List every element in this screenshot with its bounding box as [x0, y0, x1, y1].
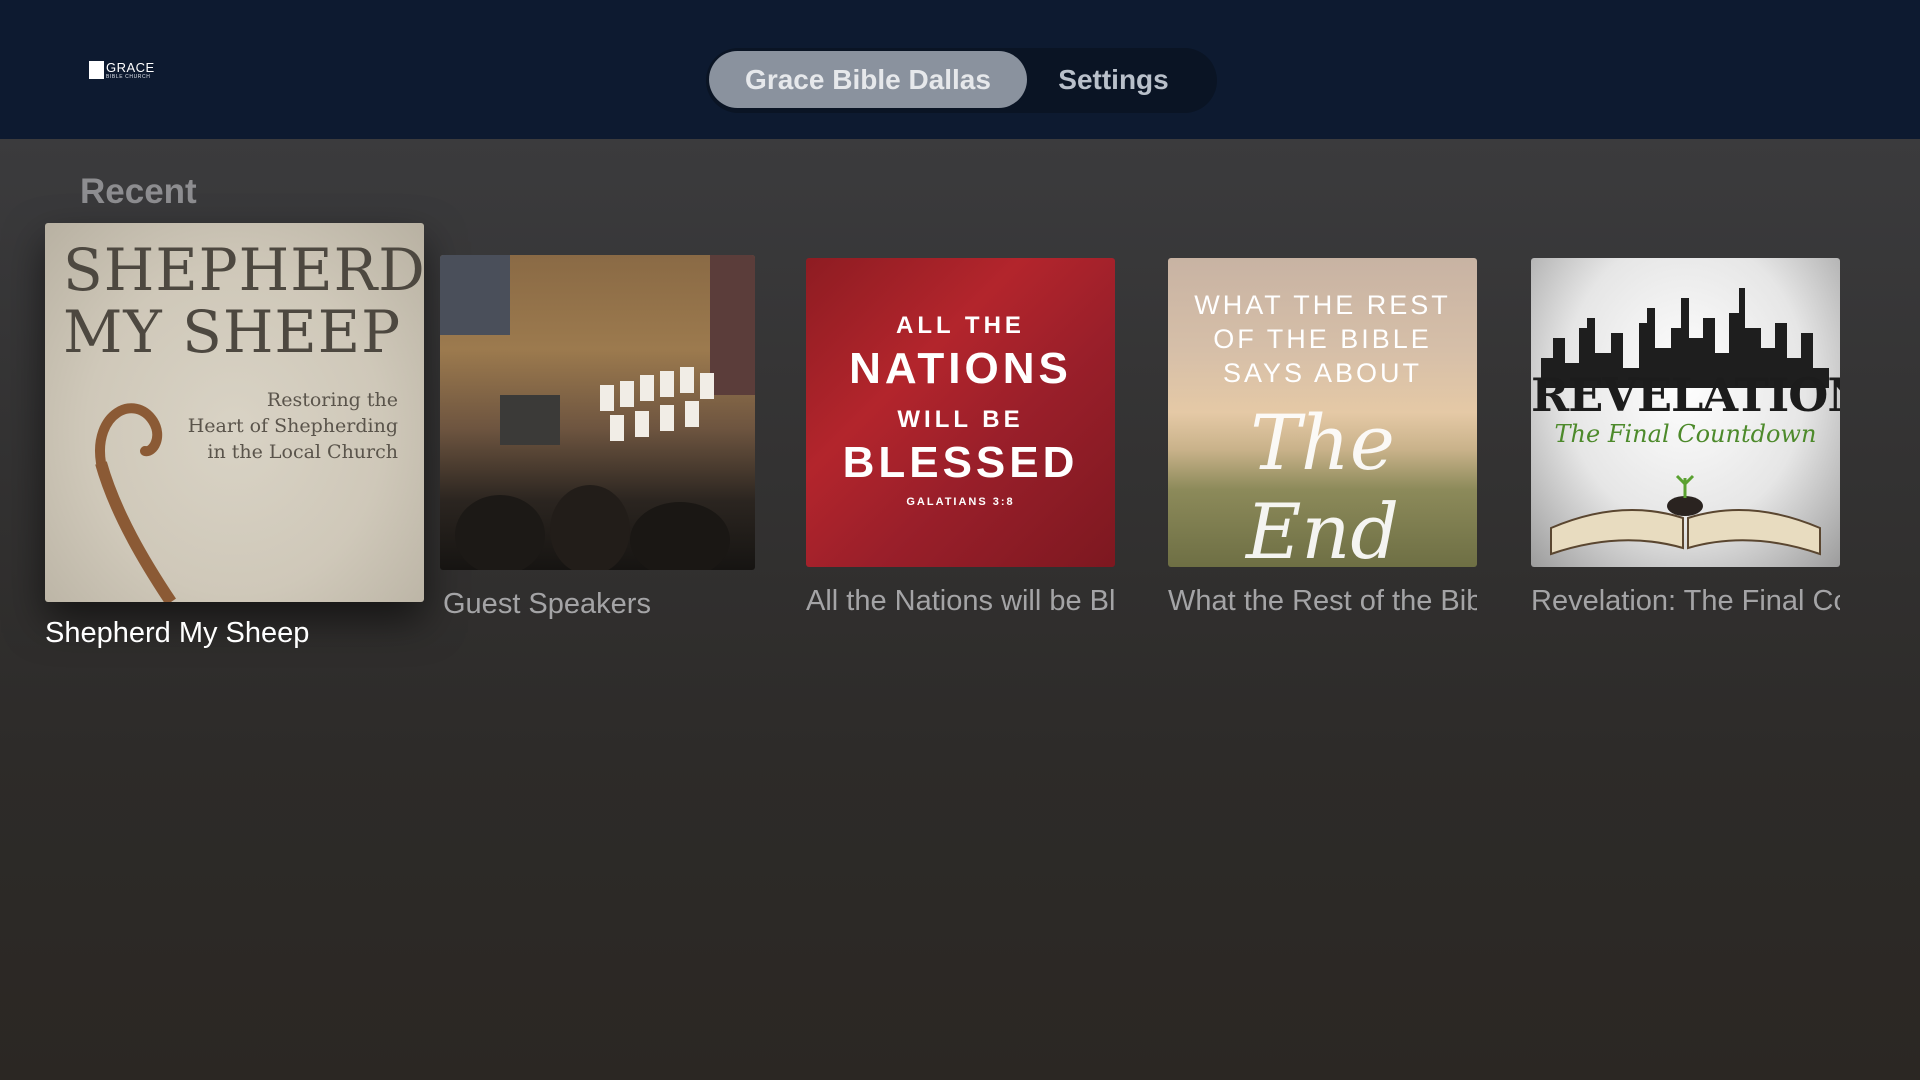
open-bible-icon — [1550, 474, 1821, 556]
art-text-line: NATIONS — [849, 344, 1072, 393]
art-text-line: WHAT THE REST — [1194, 290, 1451, 320]
logo-sub-text: BIBLE CHURCH — [106, 73, 151, 80]
art-title-line: SHEPHERD — [63, 236, 424, 304]
artwork-shepherd-my-sheep[interactable]: SHEPHERD MY SHEEP Restoring the Heart of… — [45, 223, 424, 602]
item-caption: What the Rest of the Bible Says About Th… — [1168, 585, 1477, 617]
item-caption: Shepherd My Sheep — [45, 617, 310, 649]
item-caption: Revelation: The Final Countdown — [1531, 585, 1840, 617]
art-text-line: SAYS ABOUT — [1222, 358, 1423, 388]
art-reference: GALATIANS 3:8 — [906, 496, 1015, 508]
art-subtitle-line: in the Local Church — [207, 441, 398, 463]
art-subtitle-line: Restoring the — [266, 389, 398, 411]
art-subtitle: The Final Countdown — [1554, 420, 1817, 448]
section-title-recent: Recent — [80, 172, 197, 211]
art-text-line: OF THE BIBLE — [1213, 324, 1432, 354]
art-script-text: The End — [1245, 398, 1400, 567]
artwork-guest-speakers[interactable] — [440, 255, 755, 570]
tab-settings[interactable]: Settings — [1031, 51, 1196, 108]
tab-bar: Grace Bible Dallas Settings — [706, 48, 1217, 113]
art-text-line: ALL THE — [896, 312, 1025, 339]
art-text-line: BLESSED — [842, 438, 1079, 487]
item-caption: Guest Speakers — [443, 588, 651, 620]
art-title: REVELATION: — [1531, 368, 1840, 422]
art-text-line: WILL BE — [897, 406, 1024, 433]
logo-mark-icon — [89, 61, 104, 79]
tab-grace-bible-dallas[interactable]: Grace Bible Dallas — [709, 51, 1027, 108]
grace-logo: GRACE BIBLE CHURCH — [89, 60, 155, 80]
choir-photo-image — [440, 255, 755, 570]
item-caption: All the Nations will be Blessed — [806, 585, 1115, 617]
artwork-what-the-rest-of-the-bible[interactable]: WHAT THE REST OF THE BIBLE SAYS ABOUT Th… — [1168, 258, 1477, 567]
artwork-all-the-nations[interactable]: ALL THE NATIONS WILL BE BLESSED GALATIAN… — [806, 258, 1115, 567]
art-title-line: MY SHEEP — [63, 298, 402, 366]
art-subtitle-line: Heart of Shepherding — [187, 415, 398, 437]
top-bar: GRACE BIBLE CHURCH Grace Bible Dallas Se… — [0, 0, 1920, 139]
artwork-revelation[interactable]: REVELATION: The Final Countdown — [1531, 258, 1840, 567]
shepherd-staff-icon — [95, 403, 176, 602]
logo-main-text: GRACE — [106, 59, 155, 75]
